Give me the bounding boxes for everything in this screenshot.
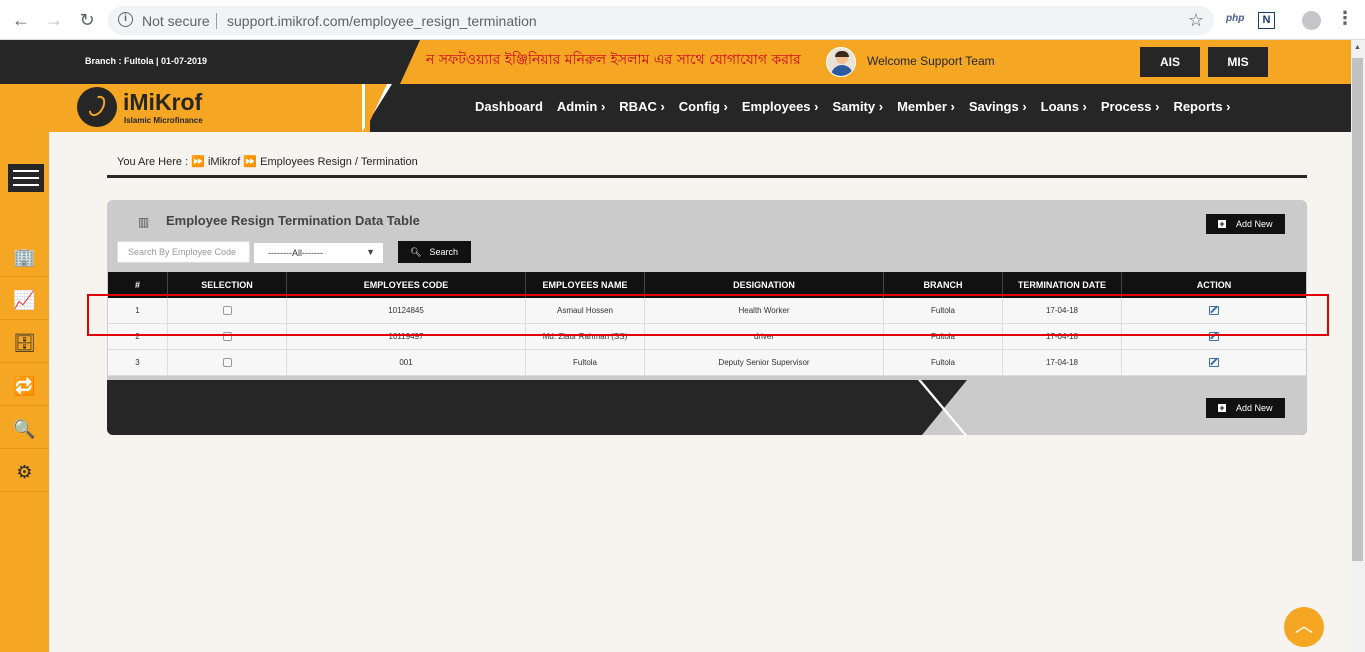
back-icon[interactable]: ←	[9, 8, 33, 32]
highlight-box	[87, 294, 1329, 336]
divider	[216, 13, 217, 29]
row-number: 3	[108, 350, 168, 375]
search-input[interactable]: Search By Employee Code	[117, 241, 250, 263]
logo-icon[interactable]	[77, 87, 117, 127]
building-icon[interactable]: 🏢	[0, 237, 49, 277]
row-checkbox[interactable]	[222, 358, 232, 368]
caret-down-icon: ▼	[366, 247, 375, 257]
more-menu-icon[interactable]: ⋮	[1336, 8, 1354, 29]
search-settings-icon[interactable]: 🔍	[0, 409, 49, 449]
menu-member[interactable]: Member ›	[897, 99, 955, 114]
bookmark-star-icon[interactable]: ☆	[1188, 10, 1204, 31]
back-to-top-button[interactable]: ︿	[1284, 607, 1324, 647]
breadcrumb: You Are Here : ⏩ iMikrof ⏩ Employees Res…	[117, 156, 418, 168]
menu-reports[interactable]: Reports ›	[1173, 99, 1230, 114]
designation: Deputy Senior Supervisor	[645, 350, 884, 375]
main-menu: Dashboard Admin › RBAC › Config › Employ…	[475, 99, 1245, 114]
notice-marquee: ন সফটওয়্যার ইঞ্জিনিয়ার মনিরুল ইসলাম এর…	[426, 52, 804, 68]
menu-employees[interactable]: Employees ›	[742, 99, 819, 114]
search-button[interactable]: 🔍︎ Search	[398, 241, 471, 263]
mis-button[interactable]: MIS	[1208, 47, 1268, 77]
edit-icon[interactable]	[1209, 358, 1219, 368]
chart-icon[interactable]: 📈	[0, 280, 49, 320]
welcome-text: Welcome Support Team	[867, 54, 995, 68]
menu-dashboard[interactable]: Dashboard	[475, 99, 543, 114]
employee-name: Fultola	[526, 350, 645, 375]
main-navbar: iMiKrof Islamic Microfinance Dashboard A…	[0, 84, 1351, 132]
add-new-button[interactable]: + Add New	[1206, 398, 1285, 418]
profile-avatar-icon[interactable]	[1302, 11, 1321, 30]
employee-code: 001	[287, 350, 526, 375]
logo-name[interactable]: iMiKrof	[123, 89, 202, 116]
url-text[interactable]: support.imikrof.com/employee_resign_term…	[227, 13, 537, 29]
gear-icon[interactable]: ⚙	[0, 452, 49, 492]
panel-footer: + Add New	[107, 380, 1307, 435]
reload-icon[interactable]: ↻	[75, 8, 99, 32]
transfer-icon[interactable]: 🔁	[0, 366, 49, 406]
panel-title: Employee Resign Termination Data Table	[166, 213, 420, 228]
hamburger-menu-icon[interactable]	[8, 164, 44, 192]
logo-tagline: Islamic Microfinance	[124, 116, 203, 125]
plus-icon: +	[1218, 219, 1226, 229]
termination-date: 17-04-18	[1003, 350, 1122, 375]
status-select[interactable]: --------All------- ▼	[253, 242, 384, 264]
branch-info: Branch : Fultola | 01-07-2019	[85, 56, 208, 66]
branch: Fultola	[884, 350, 1003, 375]
action-cell	[1122, 350, 1306, 375]
menu-loans[interactable]: Loans ›	[1041, 99, 1087, 114]
address-bar[interactable]: i Not secure support.imikrof.com/employe…	[108, 6, 1214, 35]
browser-toolbar: ← → ↻ i Not secure support.imikrof.com/e…	[0, 0, 1365, 40]
security-label: Not secure	[142, 13, 210, 29]
scroll-up-icon[interactable]: ▲	[1354, 44, 1361, 51]
menu-config[interactable]: Config ›	[679, 99, 728, 114]
ais-button[interactable]: AIS	[1140, 47, 1200, 77]
menu-savings[interactable]: Savings ›	[969, 99, 1027, 114]
bar-chart-icon: ▥	[138, 215, 150, 229]
php-extension-icon[interactable]: php	[1226, 13, 1244, 24]
left-sidebar: 🏢 📈 🗄 🔁 🔍 ⚙	[0, 132, 49, 652]
plus-icon: +	[1218, 403, 1226, 413]
menu-samity[interactable]: Samity ›	[832, 99, 883, 114]
n-extension-icon[interactable]: N	[1258, 12, 1275, 29]
menu-process[interactable]: Process ›	[1101, 99, 1160, 114]
info-icon[interactable]: i	[118, 12, 133, 27]
top-header: Branch : Fultola | 01-07-2019 ন সফটওয়্য…	[0, 40, 1351, 84]
search-icon: 🔍︎	[410, 247, 422, 257]
selection-cell	[168, 350, 287, 375]
menu-rbac[interactable]: RBAC ›	[619, 99, 665, 114]
menu-admin[interactable]: Admin ›	[557, 99, 605, 114]
table-row: 3 001 Fultola Deputy Senior Supervisor F…	[108, 350, 1306, 376]
cash-register-icon[interactable]: 🗄	[0, 323, 49, 363]
scrollbar-thumb[interactable]	[1352, 58, 1363, 561]
chevron-up-icon: ︿	[1295, 616, 1313, 636]
add-new-button[interactable]: + Add New	[1206, 214, 1285, 234]
user-avatar[interactable]	[826, 47, 856, 77]
divider	[107, 175, 1307, 178]
forward-icon[interactable]: →	[42, 8, 66, 32]
